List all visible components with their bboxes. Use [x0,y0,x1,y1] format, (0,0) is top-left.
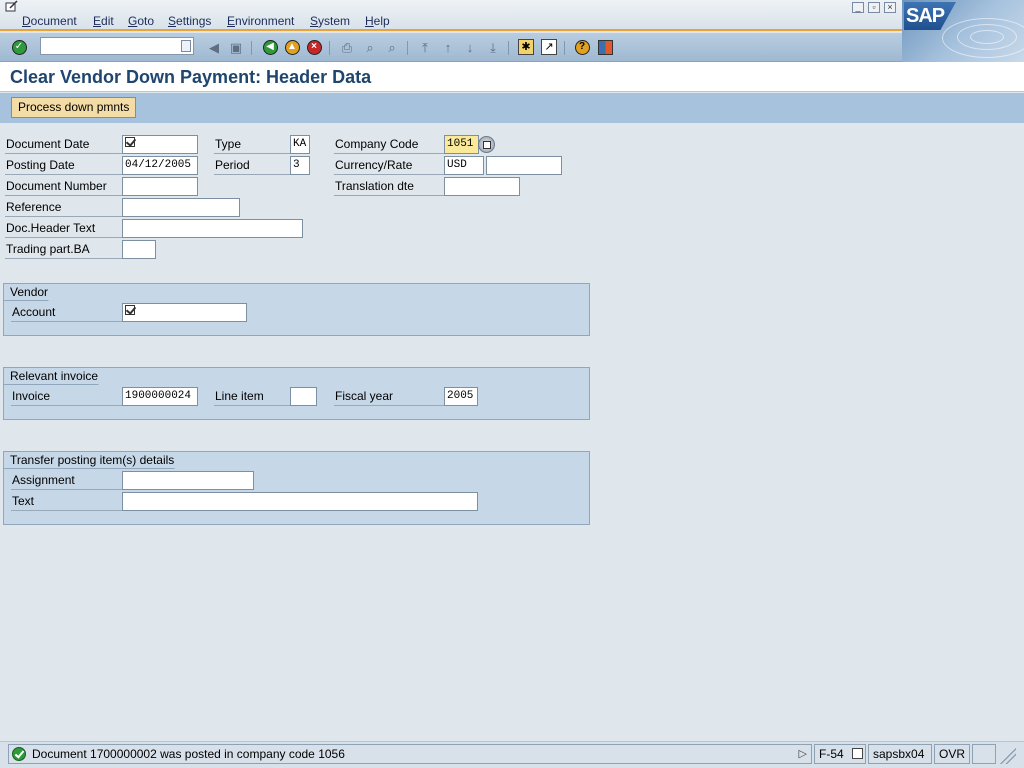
type-label: Type [214,135,290,154]
invoice-label: Invoice [11,387,122,406]
translation-date-input[interactable] [444,177,520,196]
menu-help[interactable]: Help [365,14,390,28]
next-page-icon[interactable]: ↓ [461,38,479,56]
status-empty-cell [972,744,996,764]
layout-icon[interactable] [596,38,614,56]
doc-header-text-input[interactable] [122,219,303,238]
system-menu-icon[interactable] [5,0,19,12]
value-help-icon[interactable] [478,136,495,153]
transaction-code: F-54 [819,747,844,761]
success-icon [12,747,26,761]
document-number-label: Document Number [5,177,122,196]
vendor-group-title: Vendor [4,284,62,301]
vendor-account-input[interactable] [122,303,247,322]
posting-date-input[interactable]: 04/12/2005 [122,156,198,175]
cancel-icon[interactable]: × [305,38,323,56]
menu-settings[interactable]: Settings [168,14,211,28]
fiscal-year-label: Fiscal year [334,387,444,406]
menu-system[interactable]: System [310,14,350,28]
fiscal-year-input[interactable]: 2005 [444,387,478,406]
toolbar-separator [407,41,408,55]
title-bar: Clear Vendor Down Payment: Header Data [0,62,1024,92]
toolbar-separator [251,41,252,55]
restore-icon[interactable]: ▫ [868,2,880,13]
new-session-icon[interactable]: ✱ [517,38,535,56]
find-next-icon[interactable]: ⌕ [383,38,401,56]
account-label: Account [11,303,122,322]
currency-input[interactable]: USD [444,156,484,175]
command-history-icon[interactable] [181,40,191,52]
document-number-input[interactable] [122,177,198,196]
document-date-label: Document Date [5,135,122,154]
period-label: Period [214,156,290,175]
line-item-label: Line item [214,387,290,406]
menu-edit[interactable]: Edit [93,14,114,28]
last-page-icon[interactable]: ⤓ [484,38,502,56]
relevant-invoice-group-title: Relevant invoice [4,368,112,385]
command-field[interactable] [40,37,194,55]
exit-icon[interactable]: ▲ [283,38,301,56]
status-message-text: Document 1700000002 was posted in compan… [32,747,345,761]
toolbar-separator [329,41,330,55]
assignment-input[interactable] [122,471,254,490]
status-expand-icon[interactable]: ▷ [799,747,807,760]
transfer-posting-group-title: Transfer posting item(s) details [4,452,188,469]
reference-input[interactable] [122,198,240,217]
server-name: sapsbx04 [868,744,932,764]
trading-partner-ba-input[interactable] [122,240,156,259]
assignment-label: Assignment [11,471,122,490]
reference-label: Reference [5,198,122,217]
menu-document[interactable]: Document [22,14,77,28]
save-icon[interactable]: ▣ [227,38,245,56]
exchange-rate-input[interactable] [486,156,562,175]
trading-partner-ba-label: Trading part.BA [5,240,122,259]
translation-date-label: Translation dte [334,177,444,196]
document-date-input[interactable] [122,135,198,154]
menu-goto[interactable]: Goto [128,14,154,28]
process-down-payments-button[interactable]: Process down pmnts [11,97,137,118]
transaction-code-cell[interactable]: F-54 [814,744,866,764]
close-icon[interactable]: × [884,2,896,13]
prev-page-icon[interactable]: ↑ [439,38,457,56]
text-input[interactable] [122,492,478,511]
sap-logo: SAP [902,0,1024,62]
back-green-icon[interactable]: ◀ [261,38,279,56]
standard-toolbar: ✓ ◀ ▣ ◀ ▲ × ⎙ ⌕ ⌕ ⤒ ↑ ↓ ⤓ ✱ ↗ ? [0,33,902,62]
menu-environment[interactable]: Environment [227,14,294,28]
first-page-icon[interactable]: ⤒ [416,38,434,56]
line-item-input[interactable] [290,387,317,406]
posting-date-label: Posting Date [5,156,122,175]
shortcut-icon[interactable]: ↗ [540,38,558,56]
help-icon[interactable]: ? [573,38,591,56]
status-message[interactable]: Document 1700000002 was posted in compan… [8,744,812,764]
system-info-icon[interactable] [852,748,863,759]
find-icon[interactable]: ⌕ [361,38,379,56]
enter-icon[interactable]: ✓ [10,38,28,56]
back-icon[interactable]: ◀ [205,38,223,56]
doc-header-text-label: Doc.Header Text [5,219,122,238]
sap-logo-text: SAP [904,2,956,30]
company-code-label: Company Code [334,135,444,154]
period-input[interactable]: 3 [290,156,310,175]
minimize-icon[interactable]: _ [852,2,864,13]
menu-bar: Document Edit Goto Settings Environment … [0,0,1024,31]
toolbar-separator [508,41,509,55]
application-toolbar: Process down pmnts [0,93,1024,123]
insert-mode[interactable]: OVR [934,744,970,764]
text-label: Text [11,492,122,511]
toolbar-separator [564,41,565,55]
currency-rate-label: Currency/Rate [334,156,444,175]
print-icon[interactable]: ⎙ [338,38,356,56]
type-input[interactable]: KA [290,135,310,154]
company-code-input[interactable]: 1051 [444,135,479,154]
invoice-input[interactable]: 1900000024 [122,387,198,406]
resize-grip-icon[interactable] [1000,748,1016,764]
page-title: Clear Vendor Down Payment: Header Data [10,67,372,87]
required-checkmark-icon [125,305,135,315]
required-checkmark-icon [125,137,135,147]
status-bar: Document 1700000002 was posted in compan… [0,741,1024,768]
